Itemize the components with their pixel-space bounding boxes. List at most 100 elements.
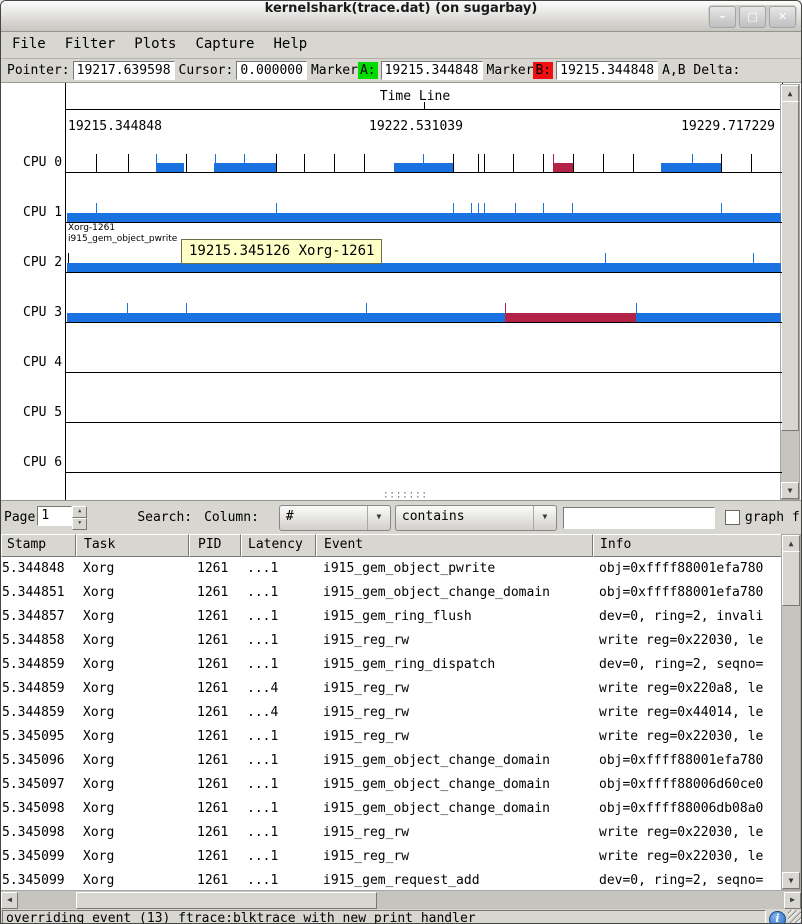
event-tick[interactable] [573, 154, 574, 172]
table-row[interactable]: 5.345098Xorg1261...1i915_reg_rwwrite reg… [1, 821, 801, 845]
event-tick[interactable] [636, 303, 637, 313]
event-tick[interactable] [543, 154, 544, 172]
event-tick[interactable] [751, 154, 752, 172]
cpu-bar-red[interactable] [505, 313, 636, 322]
event-tick[interactable] [96, 203, 97, 213]
event-tick[interactable] [304, 154, 305, 172]
event-tick[interactable] [484, 154, 485, 172]
event-tick[interactable] [127, 303, 128, 313]
table-row[interactable]: 5.344851Xorg1261...1i915_gem_object_chan… [1, 581, 801, 605]
match-select[interactable]: contains ▼ [395, 505, 557, 531]
scroll-up-icon[interactable]: ▲ [782, 535, 800, 552]
cpu-bar[interactable] [661, 163, 721, 172]
scroll-down-icon[interactable]: ▼ [782, 872, 800, 889]
resize-grip-icon[interactable] [788, 910, 801, 924]
event-tick[interactable] [721, 154, 722, 172]
marker-a-badge[interactable]: A: [358, 62, 378, 79]
cpu-bar[interactable] [67, 263, 781, 272]
column-select[interactable]: # ▼ [279, 505, 391, 531]
cpu-bar[interactable] [214, 163, 276, 172]
splitter-handle[interactable]: ·············· [383, 492, 427, 500]
table-row[interactable]: 5.344859Xorg1261...1i915_gem_ring_dispat… [1, 653, 801, 677]
event-tick[interactable] [68, 253, 69, 263]
event-tick[interactable] [215, 154, 216, 172]
table-row[interactable]: 5.344858Xorg1261...1i915_reg_rwwrite reg… [1, 629, 801, 653]
graph-vscrollbar[interactable]: ▲ ▼ [780, 84, 800, 500]
timeline-graph[interactable]: Time Line 19215.344848 19222.531039 1922… [1, 83, 801, 501]
page-spinner[interactable]: 1 ▲ ▼ [37, 506, 87, 530]
event-tick[interactable] [605, 253, 606, 263]
event-tick[interactable] [513, 154, 514, 172]
table-row[interactable]: 5.345099Xorg1261...1i915_reg_rwwrite reg… [1, 845, 801, 869]
table-row[interactable]: 5.345097Xorg1261...1i915_gem_object_chan… [1, 773, 801, 797]
spin-up-icon[interactable]: ▲ [72, 506, 87, 518]
table-row[interactable]: 5.344859Xorg1261...4i915_reg_rwwrite reg… [1, 701, 801, 725]
event-tick[interactable] [721, 203, 722, 213]
event-tick[interactable] [453, 203, 454, 213]
table-row[interactable]: 5.344857Xorg1261...1i915_gem_ring_flushd… [1, 605, 801, 629]
table-row[interactable]: 5.344848Xorg1261...1i915_gem_object_pwri… [1, 557, 801, 581]
cpu-bar[interactable] [67, 313, 781, 322]
event-tick[interactable] [364, 154, 365, 172]
column-header-pid[interactable]: PID [189, 534, 241, 557]
event-tick[interactable] [244, 154, 245, 172]
cpu-bar[interactable] [67, 213, 781, 222]
column-header-task[interactable]: Task [76, 534, 189, 557]
spin-down-icon[interactable]: ▼ [72, 518, 87, 530]
menu-item-filter[interactable]: Filter [60, 32, 121, 57]
event-tick[interactable] [505, 303, 506, 313]
event-tick[interactable] [423, 154, 424, 172]
event-tick[interactable] [471, 203, 472, 213]
event-tick[interactable] [553, 154, 554, 172]
event-tick[interactable] [128, 154, 129, 172]
title-bar[interactable]: kernelshark(trace.dat) (on sugarbay) – □… [1, 1, 801, 32]
event-tick[interactable] [276, 154, 277, 172]
event-tick[interactable] [186, 303, 187, 313]
menu-item-capture[interactable]: Capture [190, 32, 259, 57]
event-tick[interactable] [543, 203, 544, 213]
event-tick[interactable] [572, 203, 573, 213]
cpu-bar-red[interactable] [553, 163, 573, 172]
menu-item-plots[interactable]: Plots [129, 32, 181, 57]
table-row[interactable]: 5.345098Xorg1261...1i915_gem_object_chan… [1, 797, 801, 821]
column-header-stamp[interactable]: Stamp [1, 534, 76, 557]
table-row[interactable]: 5.344859Xorg1261...4i915_reg_rwwrite reg… [1, 677, 801, 701]
event-tick[interactable] [334, 154, 335, 172]
event-tick[interactable] [276, 203, 277, 213]
menu-item-file[interactable]: File [7, 32, 51, 57]
event-tick[interactable] [453, 154, 454, 172]
table-row[interactable]: 5.345099Xorg1261...1i915_gem_request_add… [1, 869, 801, 890]
minimize-button[interactable]: – [709, 6, 736, 28]
event-tick[interactable] [603, 154, 604, 172]
column-header-info[interactable]: Info [593, 534, 786, 557]
scroll-left-icon[interactable]: ◀ [1, 892, 18, 909]
event-tick[interactable] [156, 154, 157, 172]
event-tick[interactable] [633, 154, 634, 172]
page-value[interactable]: 1 [37, 506, 72, 526]
event-tick[interactable] [515, 203, 516, 213]
scroll-right-icon[interactable]: ▶ [784, 892, 801, 909]
close-button[interactable]: ✕ [769, 6, 796, 28]
graph-follows-checkbox[interactable] [725, 510, 740, 525]
event-tick[interactable] [96, 154, 97, 172]
list-hscrollbar[interactable]: ◀ ▶ [1, 890, 801, 909]
event-tick[interactable] [692, 154, 693, 172]
scroll-down-icon[interactable]: ▼ [781, 482, 799, 499]
event-tick[interactable] [753, 253, 754, 263]
event-tick[interactable] [478, 154, 479, 172]
menu-item-help[interactable]: Help [268, 32, 312, 57]
list-vscroll-thumb[interactable] [782, 551, 800, 606]
column-header-latency[interactable]: Latency [241, 534, 316, 557]
event-tick[interactable] [484, 203, 485, 213]
list-vscrollbar[interactable]: ▲ ▼ [781, 534, 801, 890]
maximize-button[interactable]: □ [739, 6, 766, 28]
event-tick[interactable] [478, 203, 479, 213]
cpu-bar[interactable] [156, 163, 184, 172]
table-row[interactable]: 5.345096Xorg1261...1i915_gem_object_chan… [1, 749, 801, 773]
column-header-event[interactable]: Event [316, 534, 593, 557]
graph-vscroll-thumb[interactable] [781, 101, 799, 431]
info-icon[interactable]: i [769, 911, 786, 924]
event-tick[interactable] [366, 303, 367, 313]
table-row[interactable]: 5.345095Xorg1261...1i915_reg_rwwrite reg… [1, 725, 801, 749]
marker-b-badge[interactable]: B: [533, 62, 553, 79]
